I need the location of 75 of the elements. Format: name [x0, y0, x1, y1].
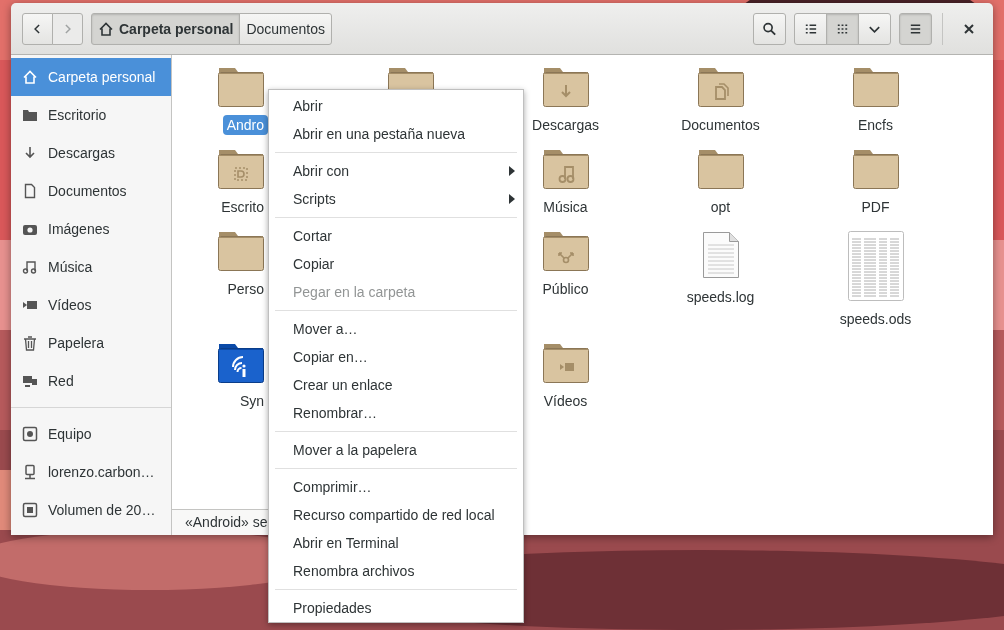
- file-name: Perso: [226, 280, 265, 299]
- file-name: Música: [542, 198, 589, 217]
- menu-item[interactable]: Crear un enlace: [269, 371, 523, 399]
- share-folder-icon[interactable]: [542, 231, 589, 271]
- sidebar-item[interactable]: Red: [11, 362, 171, 400]
- sidebar-item[interactable]: lorenzo.carbon…: [11, 453, 171, 491]
- file-name: Público: [541, 280, 590, 299]
- menu-item[interactable]: Renombrar…: [269, 399, 523, 427]
- wireless-folder-icon[interactable]: [218, 343, 264, 383]
- sidebar-item[interactable]: Descargas: [11, 134, 171, 172]
- folder-icon[interactable]: [852, 67, 899, 107]
- document-icon: [22, 183, 38, 199]
- path-button[interactable]: Documentos: [239, 12, 332, 45]
- list-view-button[interactable]: [794, 12, 827, 45]
- menu-item[interactable]: Abrir: [269, 92, 523, 120]
- monitor-icon: [22, 464, 38, 480]
- folder-icon[interactable]: [218, 67, 264, 107]
- menu-item[interactable]: Comprimir…: [269, 473, 523, 501]
- menu-item[interactable]: Cortar: [269, 222, 523, 250]
- text-file-icon[interactable]: [701, 231, 740, 279]
- sidebar-item[interactable]: Equipo: [11, 415, 171, 453]
- file-name: Descargas: [531, 116, 600, 135]
- view-options-button[interactable]: [858, 12, 891, 45]
- close-icon: [963, 22, 975, 35]
- folder-icon[interactable]: [852, 149, 899, 189]
- file-name: Documentos: [680, 116, 761, 135]
- menu-button[interactable]: [899, 12, 932, 45]
- file-name: Syn: [238, 392, 265, 411]
- download-folder-icon[interactable]: [542, 67, 589, 107]
- trash-icon: [22, 335, 38, 351]
- file-name: PDF: [860, 198, 891, 217]
- menu-item[interactable]: Propiedades: [269, 594, 523, 622]
- file-name: speeds.ods: [838, 310, 913, 329]
- search-icon: [762, 20, 777, 37]
- sidebar-item[interactable]: Documentos: [11, 172, 171, 210]
- chip-icon: [22, 502, 38, 518]
- menu-item[interactable]: Mover a la papelera: [269, 436, 523, 464]
- folder-icon[interactable]: [697, 149, 744, 189]
- spreadsheet-thumbnail-icon[interactable]: [847, 231, 904, 301]
- menu-item[interactable]: Copiar en…: [269, 343, 523, 371]
- menu-item[interactable]: Scripts: [269, 185, 523, 213]
- file-name: Encfs: [857, 116, 894, 135]
- folder-icon: [22, 107, 38, 123]
- sidebar-item[interactable]: Vídeos: [11, 286, 171, 324]
- submenu-arrow-icon: [509, 166, 515, 176]
- sidebar-item[interactable]: Música: [11, 248, 171, 286]
- file-name: opt: [709, 198, 732, 217]
- menu-item[interactable]: Renombra archivos: [269, 557, 523, 585]
- search-button[interactable]: [753, 12, 786, 45]
- file-name: Escrito: [220, 198, 265, 217]
- path-button[interactable]: Carpeta personal: [91, 12, 241, 45]
- menu-item[interactable]: Abrir en una pestaña nueva: [269, 120, 523, 148]
- home-icon: [98, 20, 114, 37]
- file-name: speeds.log: [685, 288, 756, 307]
- menu-item[interactable]: Mover a…: [269, 315, 523, 343]
- menu-item[interactable]: Abrir con: [269, 157, 523, 185]
- submenu-arrow-icon: [509, 194, 515, 204]
- sidebar-item[interactable]: Imágenes: [11, 210, 171, 248]
- folder-icon[interactable]: [218, 149, 264, 189]
- home-icon: [22, 69, 38, 85]
- video-folder-icon[interactable]: [542, 343, 589, 383]
- sidebar-item[interactable]: Volumen de 20…: [11, 491, 171, 529]
- file-name: Vídeos: [542, 392, 589, 411]
- documents-folder-icon[interactable]: [697, 67, 744, 107]
- sidebar-item[interactable]: Papelera: [11, 324, 171, 362]
- download-icon: [22, 145, 38, 161]
- folder-icon[interactable]: [218, 231, 264, 271]
- grid-view-button[interactable]: [826, 12, 859, 45]
- menu-item[interactable]: Copiar: [269, 250, 523, 278]
- network-icon: [22, 373, 38, 389]
- music-note-icon: [22, 259, 38, 275]
- file-name: Andro: [222, 115, 268, 135]
- sidebar-item[interactable]: Escritorio: [11, 96, 171, 134]
- back-button[interactable]: [22, 12, 53, 45]
- music-folder-icon[interactable]: [542, 149, 589, 189]
